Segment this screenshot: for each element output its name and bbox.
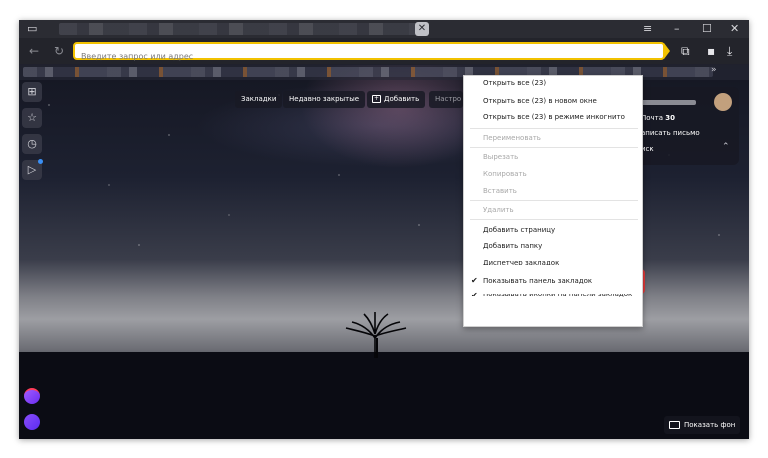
menu-icon[interactable]: ≡: [643, 23, 652, 35]
tab-strip[interactable]: [59, 23, 429, 35]
tree-silhouette: [345, 312, 407, 358]
mail-label: Почта: [641, 114, 664, 122]
menu-separator: [470, 200, 638, 201]
menu-separator: [470, 128, 638, 129]
add-button[interactable]: + Добавить: [367, 91, 426, 108]
ground-silhouette: [19, 352, 749, 439]
bookmarks-context-menu: Открыть все (23) Открыть все (23) в ново…: [463, 75, 643, 327]
profile-icon[interactable]: ▪: [707, 44, 715, 58]
settings-button[interactable]: Настро: [429, 91, 463, 108]
menu-paste[interactable]: Вставить: [483, 187, 517, 195]
address-input[interactable]: [75, 49, 663, 64]
mail-row[interactable]: Почта 30: [641, 114, 675, 122]
apps-grid-icon[interactable]: ⊞: [22, 82, 42, 102]
chevron-up-icon[interactable]: ⌃: [722, 142, 730, 152]
show-background-label: Показать фон: [684, 421, 736, 429]
menu-separator: [470, 219, 638, 220]
menu-delete[interactable]: Удалить: [483, 206, 514, 214]
address-bar-arrow: [664, 43, 670, 59]
history-clock-icon[interactable]: ◷: [22, 134, 42, 154]
minimize-icon[interactable]: –: [674, 23, 680, 35]
address-bar[interactable]: [73, 42, 665, 64]
menu-show-bookmarks-bar[interactable]: Показывать панель закладок: [483, 277, 592, 285]
browser-window: ▭ ✕ ≡ – ☐ ✕ ← ↻ ⧉ ▪ ⤓ » ⊞ ☆ ◷ ▷ Закладки…: [19, 20, 749, 439]
alice-assistant-icon[interactable]: [24, 414, 40, 430]
translate-icon[interactable]: ⧉: [681, 44, 690, 59]
close-window-icon[interactable]: ✕: [730, 23, 739, 35]
messenger-icon[interactable]: [24, 388, 40, 404]
maximize-icon[interactable]: ☐: [702, 23, 712, 35]
write-letter-link[interactable]: аписать письмо: [641, 129, 700, 137]
menu-open-all-new-window[interactable]: Открыть все (23) в новом окне: [483, 97, 597, 105]
notification-dot: [38, 159, 43, 164]
menu-open-all[interactable]: Открыть все (23): [483, 79, 546, 87]
add-button-label: Добавить: [384, 95, 420, 103]
menu-cut[interactable]: Вырезать: [483, 153, 518, 161]
image-icon: [669, 421, 680, 429]
checkmark-icon: ✔: [471, 276, 478, 285]
menu-copy[interactable]: Копировать: [483, 170, 527, 178]
recently-closed-button[interactable]: Недавно закрытые: [283, 91, 366, 108]
account-name: [641, 100, 696, 105]
menu-show-bookmark-icons[interactable]: Показывать иконки на панели закладок: [483, 294, 632, 299]
more-bookmarks-icon[interactable]: »: [711, 65, 717, 75]
avatar[interactable]: [714, 93, 732, 111]
close-tab-button[interactable]: ✕: [415, 22, 429, 36]
bookmarks-button[interactable]: Закладки: [235, 91, 283, 108]
menu-separator: [470, 147, 638, 148]
menu-bookmark-manager[interactable]: Диспетчер закладок: [483, 259, 559, 265]
download-icon[interactable]: ⤓: [727, 44, 732, 59]
add-plus-icon: +: [372, 95, 381, 103]
media-play-icon[interactable]: ▷: [22, 159, 43, 180]
show-background-button[interactable]: Показать фон: [664, 416, 740, 434]
address-row: ← ↻ ⧉ ▪ ⤓: [19, 38, 749, 64]
menu-open-all-incognito[interactable]: Открыть все (23) в режиме инкогнито: [483, 113, 625, 121]
sidebar-toggle-icon[interactable]: ▭: [27, 23, 37, 35]
mail-count: 30: [665, 114, 676, 122]
checkmark-icon: ✔: [471, 291, 478, 296]
menu-add-folder[interactable]: Добавить папку: [483, 242, 542, 250]
back-arrow-icon[interactable]: ←: [29, 44, 39, 58]
bookmarks-star-icon[interactable]: ☆: [22, 108, 42, 128]
menu-add-page[interactable]: Добавить страницу: [483, 226, 555, 234]
reload-icon[interactable]: ↻: [54, 44, 64, 58]
title-bar: ▭ ✕ ≡ – ☐ ✕: [19, 20, 749, 38]
menu-rename[interactable]: Переименовать: [483, 134, 541, 142]
